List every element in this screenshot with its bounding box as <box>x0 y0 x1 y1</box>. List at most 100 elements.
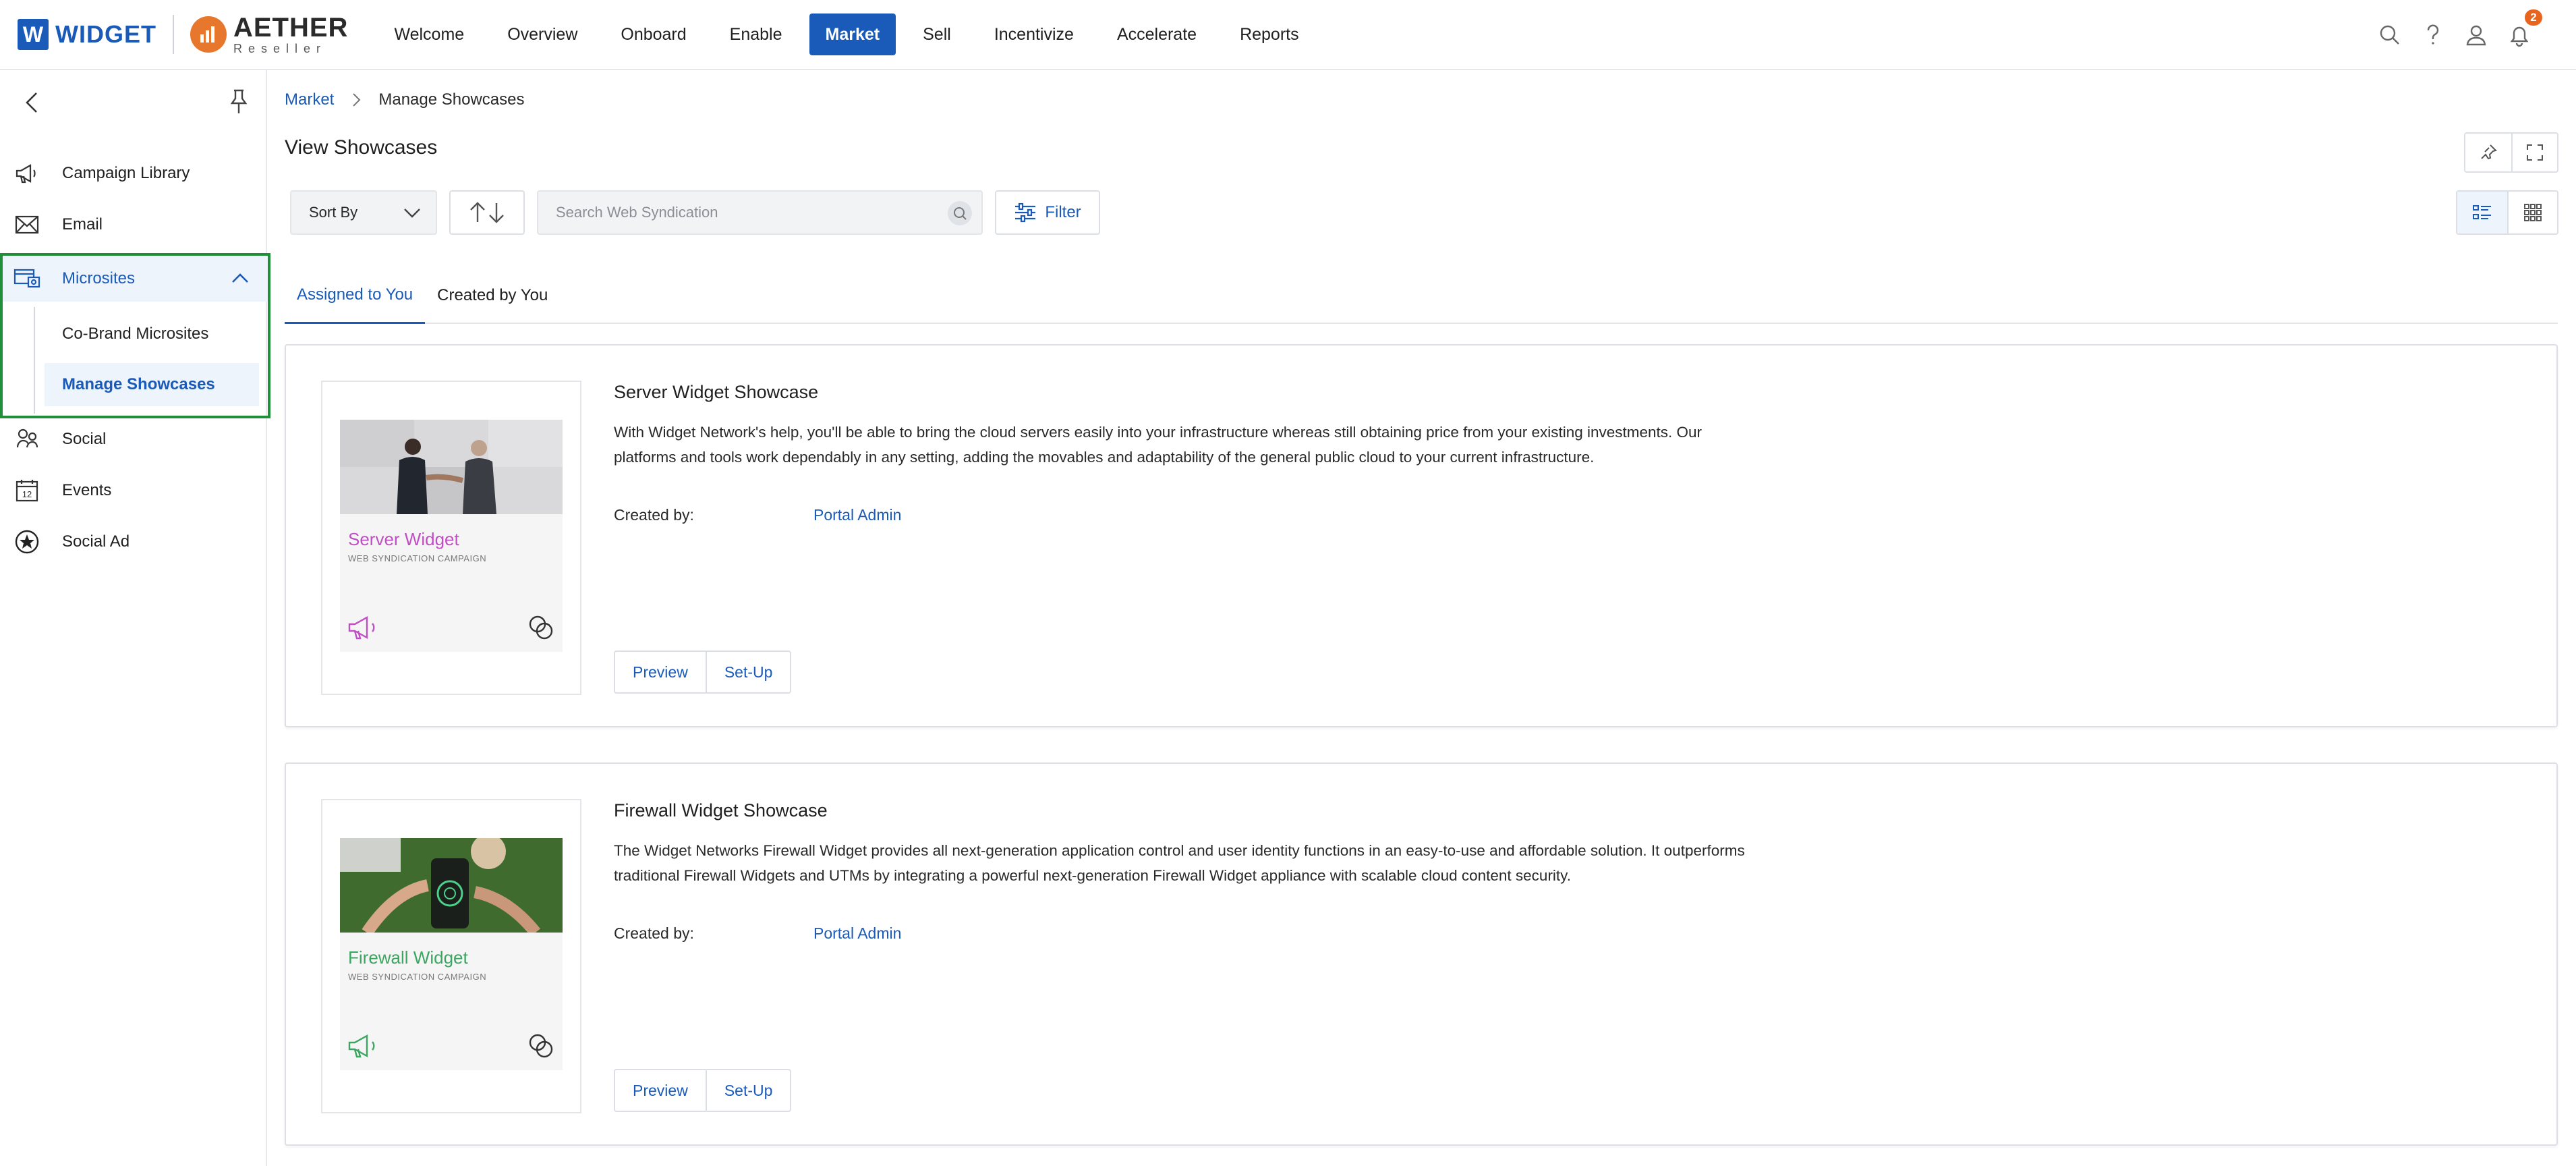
created-by-label: Created by: <box>614 506 694 524</box>
nav-accelerate[interactable]: Accelerate <box>1101 13 1213 55</box>
nav-overview[interactable]: Overview <box>491 13 594 55</box>
nav-enable[interactable]: Enable <box>714 13 799 55</box>
thumbnail-subtitle: WEB SYNDICATION CAMPAIGN <box>348 972 487 982</box>
preview-button[interactable]: Preview <box>615 1070 706 1111</box>
showcase-meta: Created by: Portal Admin <box>614 924 901 943</box>
grid-view-icon[interactable] <box>2507 192 2557 233</box>
breadcrumb-current: Manage Showcases <box>378 90 525 109</box>
created-by-label: Created by: <box>614 924 694 942</box>
setup-button[interactable]: Set-Up <box>705 1070 791 1111</box>
sidebar-item-label: Campaign Library <box>62 164 190 182</box>
showcase-card: Server Widget WEB SYNDICATION CAMPAIGN S… <box>285 344 2558 727</box>
showcase-actions: Preview Set-Up <box>614 1069 792 1112</box>
sort-by-label: Sort By <box>309 204 358 221</box>
sidebar-item-email[interactable]: Email <box>0 199 267 250</box>
nav-sell[interactable]: Sell <box>907 13 967 55</box>
calendar-icon: 12 <box>13 477 40 504</box>
pin-page-icon[interactable] <box>2465 134 2511 171</box>
showcase-actions: Preview Set-Up <box>614 650 792 694</box>
microsites-group: Microsites Co-Brand Microsites Manage Sh… <box>0 253 270 418</box>
sidebar-item-campaign-library[interactable]: Campaign Library <box>0 148 267 199</box>
sidebar-item-label: Events <box>62 481 112 499</box>
sidebar-item-social-ad[interactable]: Social Ad <box>0 516 267 567</box>
notification-badge: 2 <box>2525 9 2542 26</box>
chevron-up-icon[interactable] <box>230 269 250 287</box>
thumbnail-title: Firewall Widget <box>348 947 468 968</box>
sliders-icon <box>1015 202 1036 223</box>
search-icon[interactable] <box>2374 19 2406 51</box>
sidebar: Campaign Library Email Microsites Co-Bra… <box>0 70 270 1166</box>
chevron-down-icon <box>404 209 420 218</box>
showcase-description: With Widget Network's help, you'll be ab… <box>614 424 1702 466</box>
submenu-guide-line <box>34 307 35 414</box>
main-nav: Welcome Overview Onboard Enable Market S… <box>378 0 1325 70</box>
main-content: Market Manage Showcases View Showcases S… <box>268 72 2576 1166</box>
link-icon <box>529 1034 553 1058</box>
sidebar-item-manage-showcases[interactable]: Manage Showcases <box>45 363 259 406</box>
fullscreen-icon[interactable] <box>2511 134 2557 171</box>
sidebar-item-co-brand-microsites[interactable]: Co-Brand Microsites <box>45 312 259 356</box>
created-by-link[interactable]: Portal Admin <box>813 924 901 943</box>
tab-assigned-to-you[interactable]: Assigned to You <box>285 267 426 324</box>
sort-by-dropdown[interactable]: Sort By <box>290 190 437 235</box>
nav-market[interactable]: Market <box>809 13 896 55</box>
sort-arrows-icon <box>470 202 504 223</box>
tab-created-by-you[interactable]: Created by You <box>425 267 560 324</box>
search-input[interactable] <box>538 192 929 233</box>
showcase-title: Server Widget Showcase <box>614 382 819 402</box>
calendar-day: 12 <box>22 489 32 499</box>
showcase-thumbnail[interactable]: Server Widget WEB SYNDICATION CAMPAIGN <box>321 381 581 695</box>
help-icon[interactable] <box>2417 19 2449 51</box>
aether-name: AETHER <box>233 13 349 43</box>
thumbnail-subtitle: WEB SYNDICATION CAMPAIGN <box>348 553 487 563</box>
bell-icon[interactable]: 2 <box>2503 9 2542 51</box>
list-view-icon[interactable] <box>2457 192 2507 233</box>
social-icon <box>13 426 40 453</box>
envelope-icon <box>13 211 40 238</box>
pin-icon[interactable] <box>227 88 251 115</box>
search-icon[interactable] <box>948 201 972 225</box>
sidebar-item-microsites[interactable]: Microsites <box>3 256 268 302</box>
top-navigation-bar: W WIDGET AETHER Reseller Welcome Overvie… <box>0 0 2576 70</box>
nav-onboard[interactable]: Onboard <box>604 13 702 55</box>
showcase-thumbnail[interactable]: Firewall Widget WEB SYNDICATION CAMPAIGN <box>321 799 581 1113</box>
showcase-card: Firewall Widget WEB SYNDICATION CAMPAIGN… <box>285 762 2558 1146</box>
brand-divider <box>172 15 174 54</box>
setup-button[interactable]: Set-Up <box>705 652 791 692</box>
view-toggle <box>2456 190 2558 235</box>
header-icons: 2 <box>2363 0 2542 70</box>
aether-logo: AETHER Reseller <box>190 14 348 55</box>
link-icon <box>529 615 553 640</box>
microsite-icon <box>13 265 40 292</box>
collapse-sidebar-icon[interactable] <box>20 90 45 115</box>
page-title: View Showcases <box>285 136 438 159</box>
nav-welcome[interactable]: Welcome <box>378 13 480 55</box>
widget-logo[interactable]: W WIDGET <box>18 19 156 50</box>
breadcrumb-market-link[interactable]: Market <box>285 90 334 109</box>
sidebar-item-label: Microsites <box>62 269 136 287</box>
sidebar-item-events[interactable]: 12 Events <box>0 465 267 516</box>
aether-logo-icon <box>190 16 227 53</box>
chevron-right-icon <box>347 91 365 109</box>
sidebar-item-label: Email <box>62 215 103 233</box>
megaphone-icon <box>348 1034 375 1058</box>
sort-direction-button[interactable] <box>449 190 525 235</box>
filter-button[interactable]: Filter <box>995 190 1100 235</box>
megaphone-icon <box>348 615 382 640</box>
sidebar-item-social[interactable]: Social <box>0 414 267 465</box>
showcase-meta: Created by: Portal Admin <box>614 506 901 524</box>
showcase-description: The Widget Networks Firewall Widget prov… <box>614 842 1745 884</box>
preview-button[interactable]: Preview <box>615 652 706 692</box>
nav-incentivize[interactable]: Incentivize <box>978 13 1090 55</box>
created-by-link[interactable]: Portal Admin <box>813 506 901 524</box>
user-icon[interactable] <box>2460 19 2492 51</box>
widget-logo-text: WIDGET <box>55 20 156 48</box>
brand-area: W WIDGET AETHER Reseller <box>0 0 348 70</box>
nav-reports[interactable]: Reports <box>1224 13 1315 55</box>
search-box <box>537 190 983 235</box>
tabs: Assigned to You Created by You <box>285 267 2558 324</box>
filter-label: Filter <box>1045 203 1081 221</box>
megaphone-icon <box>13 160 40 187</box>
handshake-image <box>340 420 563 514</box>
toolbar: Sort By Filter <box>290 190 1100 235</box>
